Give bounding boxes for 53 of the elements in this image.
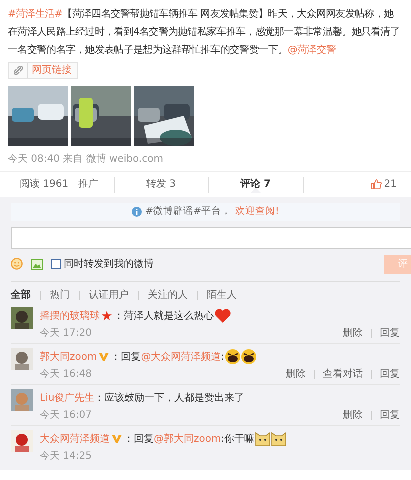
user-name[interactable]: 大众网菏泽频道: [40, 432, 110, 446]
like-button[interactable]: 21: [302, 176, 411, 192]
link-icon: [14, 66, 23, 75]
link[interactable]: @郭大同zoom: [154, 434, 222, 444]
comment-text: ：应该鼓励一下，人都是赞出来了: [94, 392, 245, 406]
laughing-face-icon: [224, 349, 241, 365]
info-icon: [132, 207, 142, 217]
comment-action-link[interactable]: 删除: [286, 366, 306, 382]
cat-face-icon: [254, 431, 271, 447]
post-text: #菏泽生活#【菏泽四名交警帮抛锚车辆推车 网友发帖集赞】昨天，大众网网友发帖称，她在菏泽人民路上经过时，看到4名交警为抛锚私家车推车，感觉那一幕非常温馨。她只看清了一名交警的名字，她发表帖子是想为这群帮忙推车的交警赞一下。@菏泽交警: [8, 8, 402, 58]
user-name[interactable]: 郭大同zoom: [40, 350, 98, 364]
thumbs-up-icon: [371, 179, 382, 190]
comment-text: ：回复@郭大同zoom:你干嘛: [124, 432, 255, 446]
comment-action-link[interactable]: 查看对话: [323, 366, 363, 382]
user-name[interactable]: 摇摆的玻璃球: [40, 308, 100, 324]
notice-text: #微博辟谣#平台，: [146, 204, 232, 219]
filter-tab[interactable]: 全部: [11, 288, 31, 303]
user-name[interactable]: Liu俊广先生: [40, 390, 95, 406]
post-tab[interactable]: 转发 3: [114, 176, 208, 192]
promote-link[interactable]: 推广: [78, 177, 99, 192]
comment-action-link[interactable]: 回复: [380, 366, 400, 382]
star-icon: [102, 311, 112, 321]
comment-field[interactable]: [11, 227, 411, 249]
comment-time: 今天 16:07: [40, 408, 92, 422]
comment-time: 今天 16:48: [40, 368, 92, 382]
post-meta: 今天 08:40 来自 微博 weibo.com: [8, 153, 164, 167]
link[interactable]: #菏泽生活#: [8, 9, 63, 20]
notice-link[interactable]: 欢迎查阅!: [236, 204, 280, 220]
read-count: 阅读 1961: [20, 178, 69, 192]
verified-icon: [112, 434, 122, 444]
comment-text: ：菏泽人就是这么热心: [114, 310, 214, 324]
filter-tab[interactable]: 认证用户: [89, 288, 129, 303]
filter-tab[interactable]: 陌生人: [207, 288, 237, 303]
repost-label: 同时转发到我的微博: [64, 258, 154, 272]
comment-action-link[interactable]: 删除: [343, 326, 363, 340]
comment-action-link[interactable]: 回复: [380, 408, 400, 422]
filter-tab[interactable]: 热门: [50, 288, 70, 303]
comment-action-link[interactable]: 回复: [380, 326, 400, 340]
comment-action-link[interactable]: 删除: [343, 408, 363, 422]
comment-text: ：回复@大众网菏泽频道:: [111, 350, 225, 364]
filter-tab[interactable]: 关注的人: [148, 288, 188, 303]
verified-icon: [99, 352, 110, 362]
repost-checkbox[interactable]: [51, 259, 61, 269]
image-icon: [31, 258, 43, 270]
comment-time: 今天 14:25: [40, 450, 92, 464]
cat-face-icon: [270, 431, 287, 447]
laughing-face-icon: [240, 349, 257, 365]
link[interactable]: @菏泽交警: [288, 45, 336, 56]
smiley-icon: [11, 258, 23, 270]
heart-icon: [214, 308, 232, 324]
link[interactable]: @大众网菏泽频道: [141, 352, 222, 362]
web-link-button[interactable]: 网页链接: [8, 62, 78, 79]
comment-time: 今天 17:20: [40, 326, 92, 340]
